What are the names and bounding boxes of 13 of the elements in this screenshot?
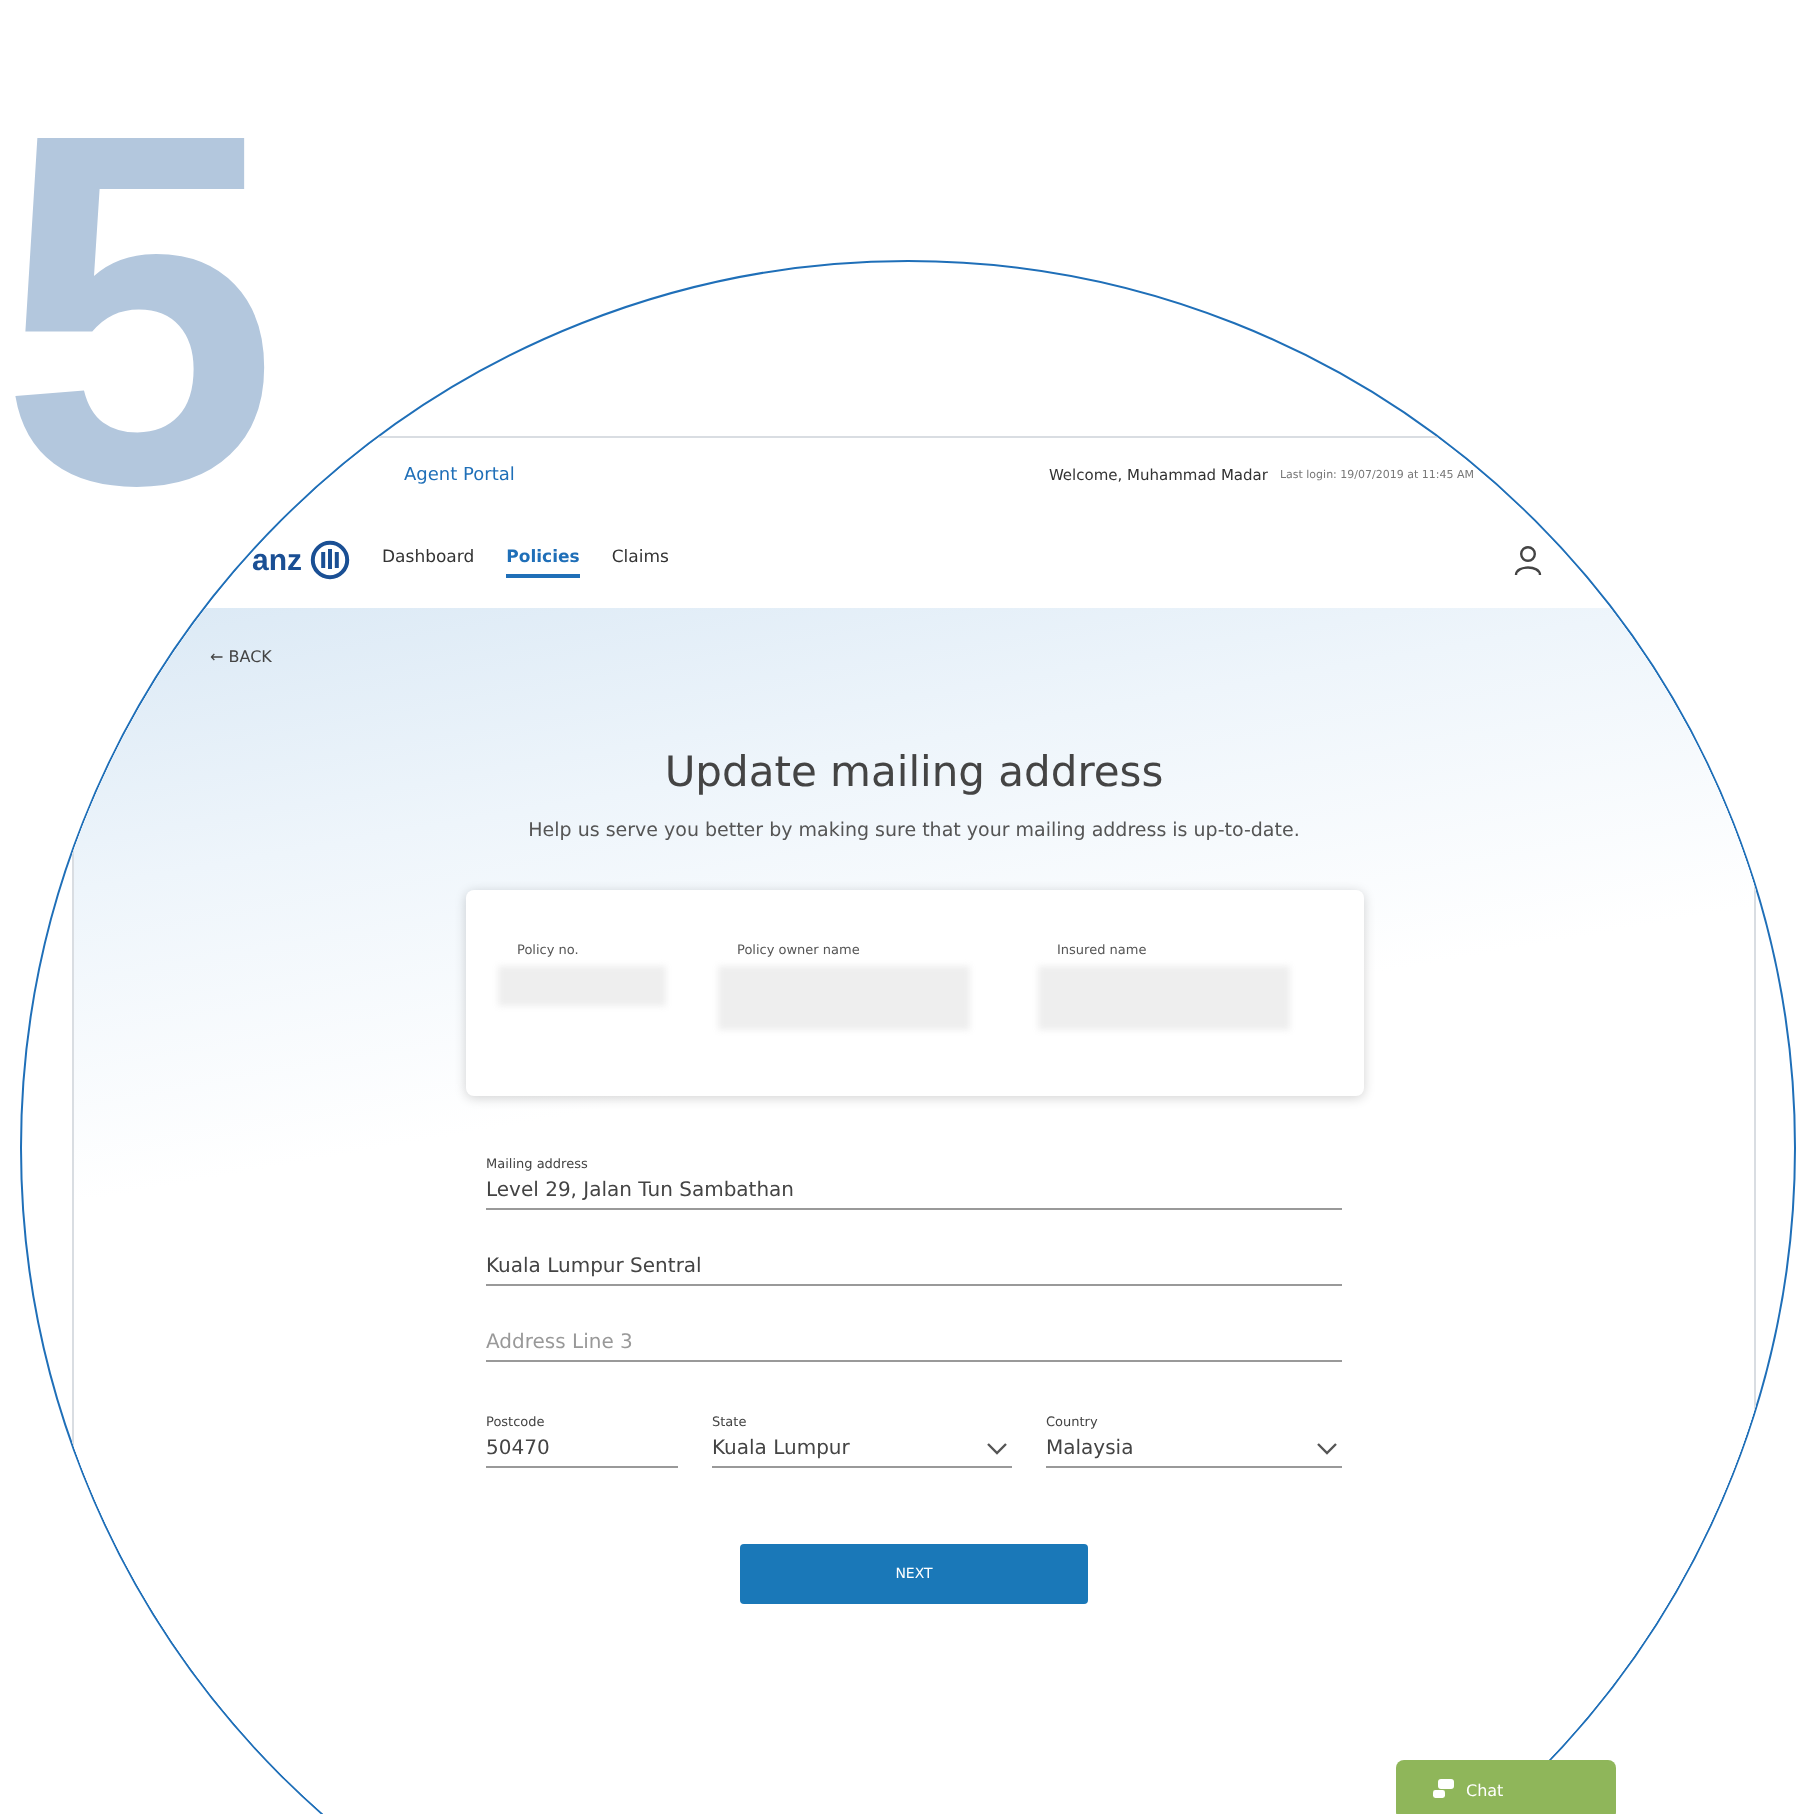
nav-tab[interactable]: Dashboard: [382, 542, 475, 578]
logo-emblem-icon: [310, 540, 351, 580]
page-title: Update mailing address: [664, 748, 1164, 796]
nav-tab[interactable]: Claims: [611, 542, 669, 578]
chat-bubbles-icon: [1432, 1778, 1456, 1802]
nav-tab[interactable]: Policies: [506, 542, 580, 578]
chevron-icon: [986, 1442, 1008, 1456]
back-link[interactable]: ← BACK: [210, 648, 272, 666]
portal-name: Agent Portal: [404, 465, 515, 485]
chevron-icon: [1316, 1442, 1338, 1456]
page-subtitle: Help us serve you better by making sure that your mailing address is up-to-date.: [528, 820, 1300, 842]
address-field[interactable]: Kuala Lumpur Sentral: [486, 1254, 1342, 1286]
user-icon[interactable]: [1512, 544, 1544, 576]
